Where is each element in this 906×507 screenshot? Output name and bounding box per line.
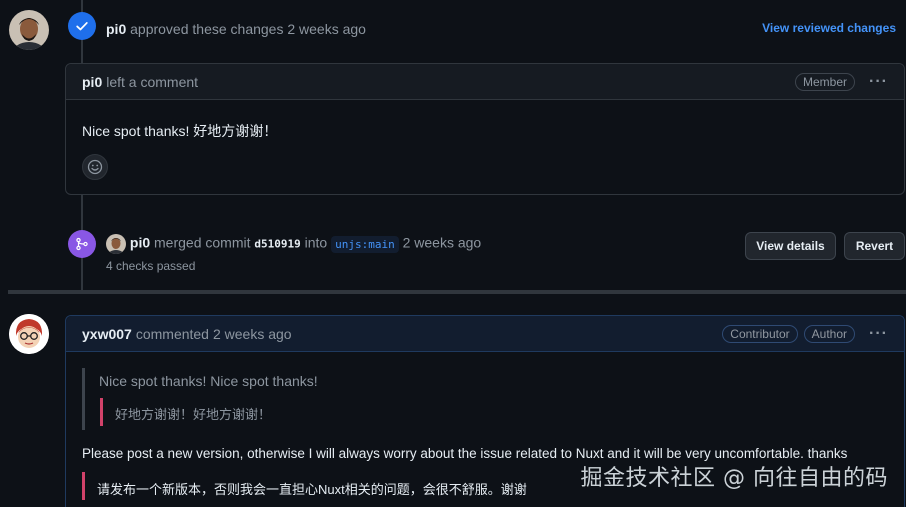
author-label: Author — [803, 324, 856, 343]
check-icon — [76, 22, 88, 31]
avatar-yxw007[interactable] — [9, 314, 49, 354]
commit-sha[interactable]: d510919 — [254, 238, 300, 251]
comment-body: Please post a new version, otherwise I w… — [82, 446, 848, 461]
kebab-icon[interactable]: ··· — [869, 325, 888, 343]
review-action: approved these changes — [130, 21, 284, 37]
contributor-label: Contributor — [722, 324, 798, 343]
comment-time[interactable]: 2 weeks ago — [213, 326, 292, 342]
avatar-pi0[interactable] — [9, 10, 49, 50]
view-details-button[interactable]: View details — [745, 232, 836, 260]
comment-body: Nice spot thanks! 好地方谢谢！ — [82, 123, 278, 139]
review-comment-header: pi0 left a comment Member ··· — [66, 64, 904, 100]
review-comment-box: pi0 left a comment Member ··· Nice spot … — [65, 63, 905, 195]
translation-quote-bar — [82, 472, 85, 500]
merge-time[interactable]: 2 weeks ago — [403, 235, 482, 251]
merge-into: into — [304, 234, 328, 251]
approved-badge — [68, 12, 96, 40]
kebab-icon[interactable]: ··· — [869, 73, 888, 91]
merge-action: merged commit — [154, 234, 251, 251]
branch-name[interactable]: unjs:main — [331, 235, 399, 253]
revert-button[interactable]: Revert — [844, 232, 905, 260]
merge-user[interactable]: pi0 — [130, 235, 150, 251]
quote-text-en: Nice spot thanks! Nice spot thanks! — [99, 373, 318, 389]
comment-action: commented — [135, 325, 209, 342]
comment-author[interactable]: pi0 — [82, 74, 102, 90]
merge-icon — [76, 237, 88, 251]
watermark: 掘金技术社区 @ 向往自由的码 — [580, 466, 888, 491]
comment-author[interactable]: yxw007 — [82, 326, 132, 342]
avatar-pi0-small[interactable] — [106, 234, 126, 254]
review-time[interactable]: 2 weeks ago — [287, 21, 366, 37]
blockquote-bar — [82, 368, 85, 430]
merge-event-text: pi0 merged commit d510919 into unjs:main… — [106, 234, 481, 254]
quote-text-zh: 好地方谢谢！好地方谢谢！ — [115, 407, 272, 422]
review-event-text: pi0 approved these changes 2 weeks ago — [106, 21, 366, 37]
review-user[interactable]: pi0 — [106, 21, 126, 37]
view-reviewed-changes-link[interactable]: View reviewed changes — [762, 21, 896, 35]
checks-status[interactable]: 4 checks passed — [106, 259, 195, 273]
nested-quote-bar — [100, 398, 103, 426]
member-label: Member — [795, 72, 856, 91]
smiley-icon — [87, 159, 103, 175]
comment-body-zh: 请发布一个新版本，否则我会一直担心Nuxt相关的问题，会很不舒服。谢谢 — [97, 482, 527, 497]
author-comment-header: yxw007 commented 2 weeks ago Contributor… — [66, 316, 904, 352]
comment-action: left a comment — [106, 73, 199, 90]
timeline-separator — [8, 290, 906, 294]
add-reaction-button[interactable] — [82, 154, 108, 180]
merged-badge — [68, 230, 96, 258]
